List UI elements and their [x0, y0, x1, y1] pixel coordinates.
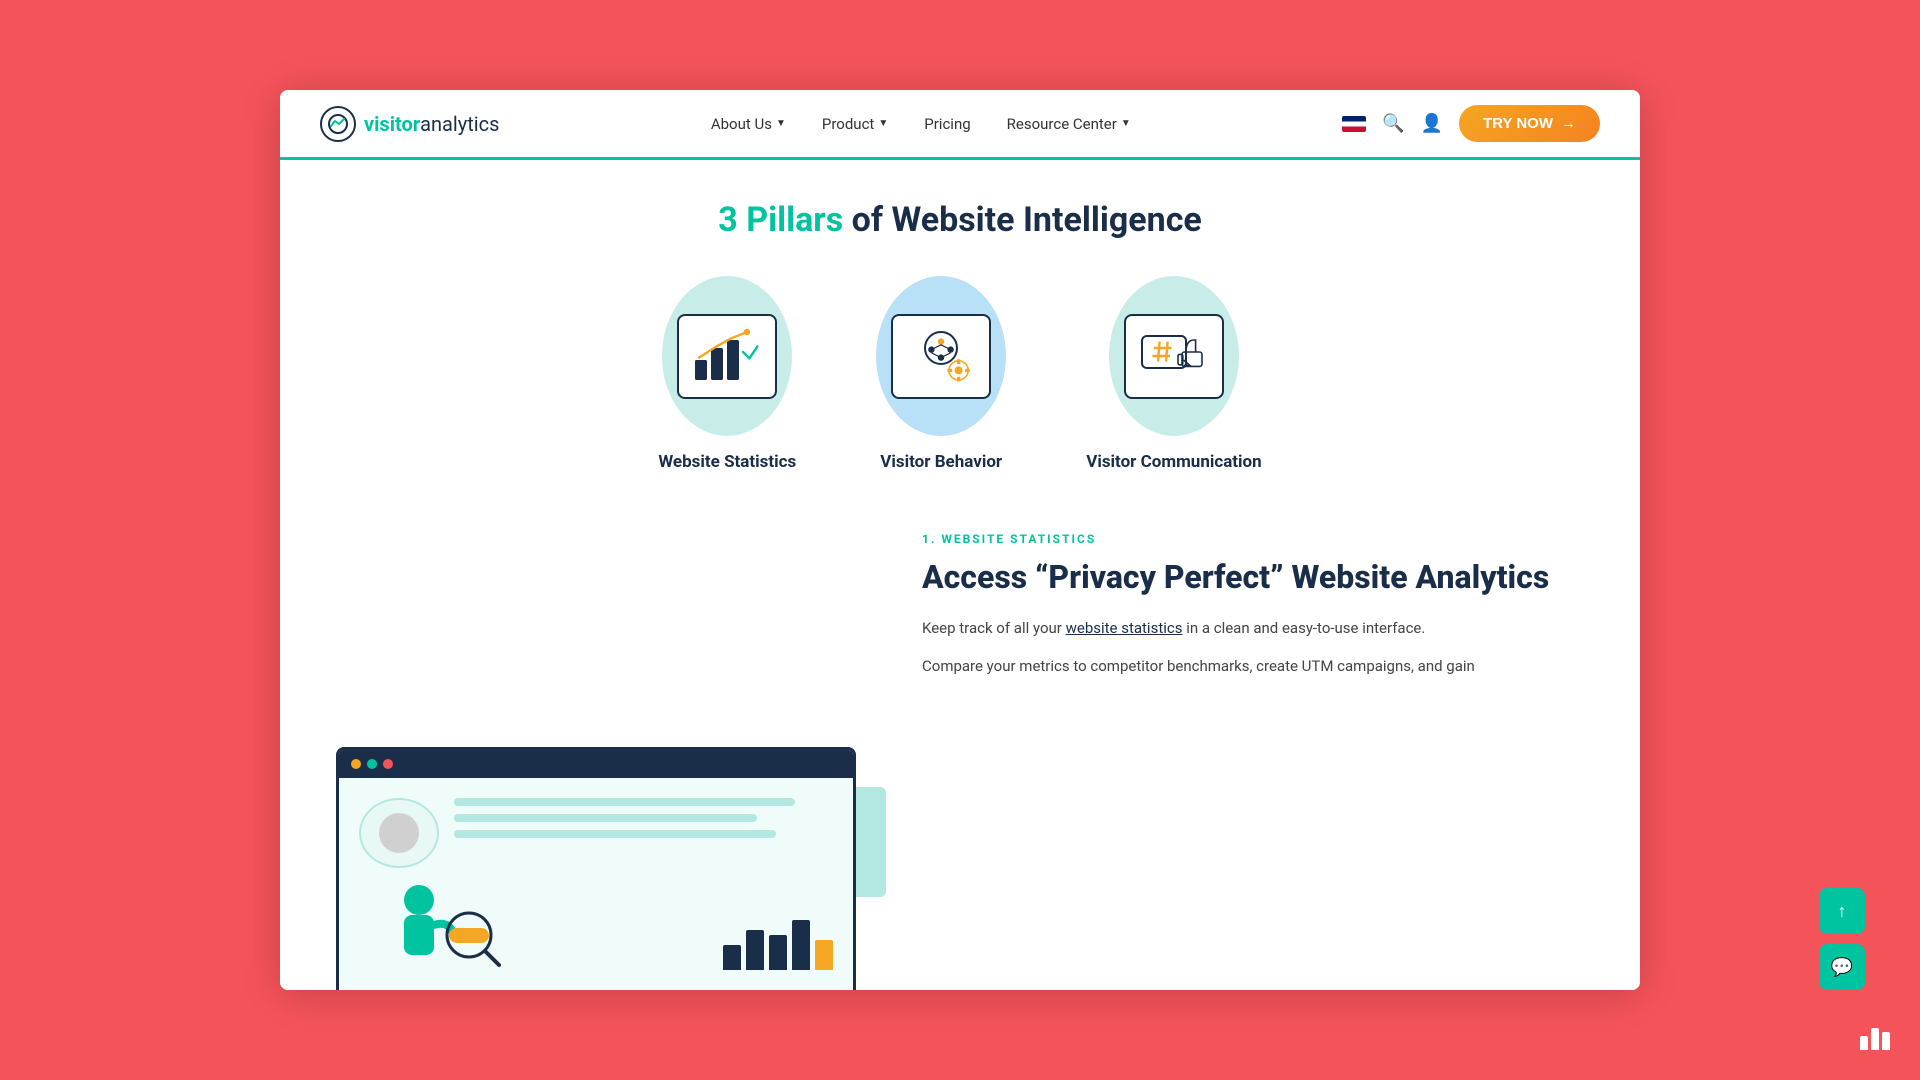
chart-corner-icon: [1860, 1028, 1890, 1050]
nav-product[interactable]: Product ▼: [822, 115, 888, 133]
nav-pricing[interactable]: Pricing: [924, 115, 970, 133]
pillar-icon-wrap-1: [662, 276, 792, 436]
logo-text: visitoranalytics: [364, 112, 499, 136]
main-content: 3 Pillars of Website Intelligence: [280, 160, 1640, 990]
pillar-label-1: Website Statistics: [658, 452, 796, 472]
nav-links: About Us ▼ Product ▼ Pricing Resource Ce…: [711, 115, 1131, 133]
search-icon[interactable]: 🔍: [1382, 113, 1404, 134]
nav-resource[interactable]: Resource Center ▼: [1007, 115, 1131, 133]
website-statistics-link[interactable]: website statistics: [1066, 619, 1183, 637]
nav-product-link[interactable]: Product ▼: [822, 115, 888, 133]
browser-mockup: [366, 747, 856, 990]
section-heading: Access “Privacy Perfect” Website Analyti…: [922, 558, 1590, 596]
graph-bars: [723, 920, 833, 970]
nav-right: 🔍 👤 TRY NOW →: [1342, 105, 1600, 142]
browser-dot-red: [383, 759, 393, 769]
pillar-icon-box-3: [1124, 314, 1224, 399]
pillar-label-2: Visitor Behavior: [880, 452, 1002, 472]
nav-resource-link[interactable]: Resource Center ▼: [1007, 115, 1131, 133]
section-tag: 1. WEBSITE STATISTICS: [922, 532, 1590, 546]
chevron-down-icon: ▼: [878, 118, 888, 129]
nav-pricing-link[interactable]: Pricing: [924, 115, 970, 133]
browser-content: [339, 778, 853, 990]
chart-bar-2: [1871, 1028, 1879, 1050]
browser-dot-green: [367, 759, 377, 769]
user-icon[interactable]: 👤: [1421, 113, 1443, 134]
navbar: visitoranalytics About Us ▼ Product ▼ Pr…: [280, 90, 1640, 160]
pillars-grid: Website Statistics: [320, 276, 1600, 472]
logo-icon: [320, 106, 356, 142]
pillar-icon-wrap-3: [1109, 276, 1239, 436]
pillars-title: 3 Pillars of Website Intelligence: [320, 200, 1600, 240]
pillar-icon-box-1: [677, 314, 777, 399]
nav-about-link[interactable]: About Us ▼: [711, 115, 786, 133]
browser-dot-orange: [351, 759, 361, 769]
pillar-visitor-communication[interactable]: Visitor Communication: [1086, 276, 1261, 472]
pillar-visitor-behavior[interactable]: Visitor Behavior: [876, 276, 1006, 472]
try-now-button[interactable]: TRY NOW →: [1459, 105, 1600, 142]
browser-toolbar: [339, 750, 853, 778]
pillar-label-3: Visitor Communication: [1086, 452, 1261, 472]
section-para-2: Compare your metrics to competitor bench…: [922, 654, 1590, 680]
logo[interactable]: visitoranalytics: [320, 106, 499, 142]
nav-about[interactable]: About Us ▼: [711, 115, 786, 133]
chart-bar-3: [1882, 1032, 1890, 1050]
section-para-1: Keep track of all your website statistic…: [922, 616, 1590, 642]
feature-section: 1. WEBSITE STATISTICS Access “Privacy Pe…: [280, 502, 1640, 990]
chart-bar-1: [1860, 1036, 1868, 1050]
browser-window: [336, 747, 856, 990]
pillar-icon-wrap-2: [876, 276, 1006, 436]
pillar-icon-box-2: [891, 314, 991, 399]
pillar-website-statistics[interactable]: Website Statistics: [658, 276, 796, 472]
left-illustration: [280, 502, 892, 990]
chevron-down-icon: ▼: [1121, 118, 1131, 129]
chevron-down-icon: ▼: [776, 118, 786, 129]
illustration-svg: [359, 880, 559, 970]
right-content: 1. WEBSITE STATISTICS Access “Privacy Pe…: [892, 502, 1640, 990]
language-flag[interactable]: [1342, 116, 1366, 132]
pillars-section: 3 Pillars of Website Intelligence: [280, 160, 1640, 502]
